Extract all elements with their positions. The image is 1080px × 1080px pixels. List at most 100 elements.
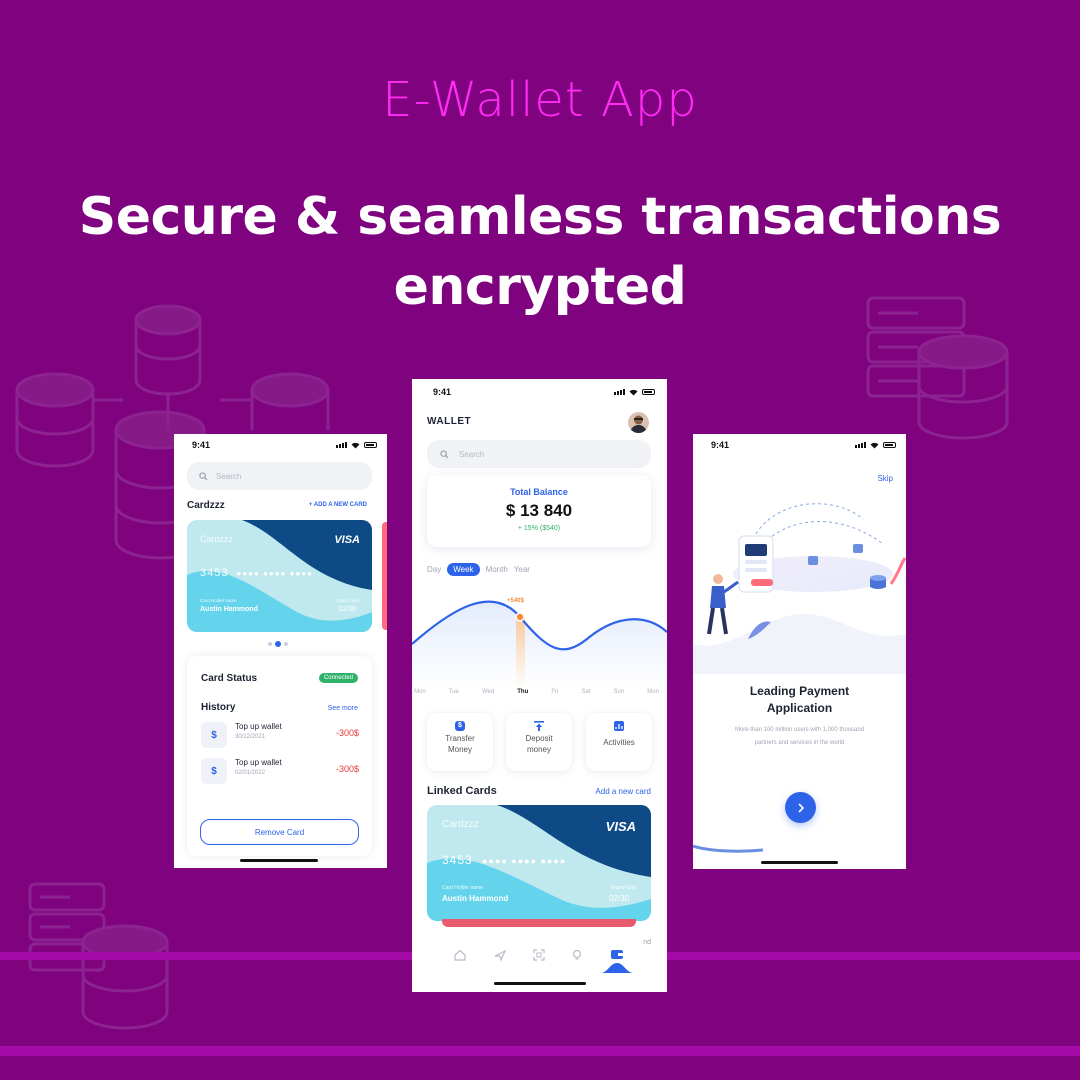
card-number-masked: ●●●● ●●●● ●●●● xyxy=(236,569,313,578)
linked-cards-title: Linked Cards xyxy=(427,785,497,797)
dollar-icon: $ xyxy=(455,721,465,731)
card-number-start: 3453 xyxy=(200,567,229,579)
card-brand-label: Cardzzz xyxy=(200,534,234,544)
card-holder-name: Austin Hammond xyxy=(442,894,509,903)
title-line: Application xyxy=(766,701,833,715)
weekday-label: Sat xyxy=(581,689,591,695)
right-phone-screen: 9:41 Skip Leading Payment Application Mo… xyxy=(693,434,906,869)
history-date: 30/12/2021 xyxy=(235,734,266,740)
weekday-label: Mon xyxy=(414,689,426,695)
next-button[interactable] xyxy=(785,792,816,823)
history-row[interactable]: $ Top up wallet 30/12/2021 -300$ xyxy=(201,720,359,750)
onboarding-title: Leading Payment Application xyxy=(693,683,906,717)
bulb-icon[interactable] xyxy=(571,949,583,961)
bottom-nav: nd xyxy=(412,939,667,975)
history-title-text: Top up wallet xyxy=(235,758,282,767)
balance-line-chart xyxy=(412,600,667,689)
desc-line: partners and services in the world xyxy=(754,740,845,746)
visa-logo: VISA xyxy=(605,819,636,834)
weekday-label: Mon xyxy=(647,689,659,695)
status-icons xyxy=(336,442,377,449)
database-icon xyxy=(917,334,1009,440)
header-title: WALLET xyxy=(427,416,472,427)
decor-stripe-bottom xyxy=(0,1046,1080,1056)
hero-title-line: encrypted xyxy=(393,257,687,317)
balance-label: Total Balance xyxy=(510,487,568,497)
battery-icon xyxy=(883,442,896,448)
search-input[interactable]: Search xyxy=(187,462,372,490)
card-holder-label: Card Holder name xyxy=(442,885,483,891)
home-indicator xyxy=(494,982,586,985)
skip-link[interactable]: Skip xyxy=(877,474,893,483)
search-input[interactable]: Search xyxy=(427,440,651,468)
card-number: 3453 ●●●● ●●●● ●●●● xyxy=(442,853,566,867)
center-phone-screen: 9:41 WALLET Search Total Balance $ 13 84… xyxy=(412,379,667,992)
database-icon xyxy=(81,924,169,1030)
status-time: 9:41 xyxy=(433,387,452,397)
carousel-dots xyxy=(268,641,288,647)
scan-icon[interactable] xyxy=(533,949,545,961)
signal-icon xyxy=(336,442,347,448)
tab-month[interactable]: Month xyxy=(486,565,508,574)
history-title-text: Top up wallet xyxy=(235,722,282,731)
card-number: 3453 ●●●● ●●●● ●●●● xyxy=(200,567,313,579)
balance-value: $ 13 840 xyxy=(505,501,573,520)
avatar[interactable] xyxy=(628,412,649,433)
weekday-label: Sun xyxy=(613,689,625,695)
search-placeholder: Search xyxy=(459,449,485,459)
tab-day[interactable]: Day xyxy=(427,565,441,574)
next-card-peek[interactable] xyxy=(442,919,636,927)
balance-change: + 15% ($540) xyxy=(517,525,561,532)
status-time: 9:41 xyxy=(192,440,211,450)
card-expiry: 02/30 xyxy=(608,894,629,903)
weekday-label-active: Thu xyxy=(517,689,529,695)
action-activities[interactable]: Activities xyxy=(586,713,652,771)
status-bar: 9:41 xyxy=(412,379,667,405)
card-status-title: Card Status xyxy=(201,673,258,684)
status-badge: Connected xyxy=(318,673,358,683)
wallet-icon[interactable] xyxy=(610,948,624,960)
search-icon xyxy=(199,471,208,481)
action-label: Transfer xyxy=(445,734,475,743)
card-number-start: 3453 xyxy=(442,853,473,867)
status-bar: 9:41 xyxy=(693,434,906,456)
home-indicator xyxy=(240,859,318,862)
credit-card[interactable]: Cardzzz VISA 3453 ●●●● ●●●● ●●●● Card Ho… xyxy=(187,520,372,632)
progress-swoosh xyxy=(693,844,764,853)
add-card-link[interactable]: Add a new card xyxy=(595,787,651,796)
weekday-label: Fri xyxy=(551,689,559,695)
status-time: 9:41 xyxy=(711,440,730,450)
title-line: Leading Payment xyxy=(749,684,850,698)
database-icon xyxy=(250,372,330,430)
card-brand-label: Cardzzz xyxy=(442,819,479,830)
linked-credit-card[interactable]: Cardzzz VISA 3453 ●●●● ●●●● ●●●● Card Ho… xyxy=(427,805,651,921)
payment-illustration xyxy=(693,503,906,674)
see-more-link[interactable]: See more xyxy=(328,705,358,712)
tab-year[interactable]: Year xyxy=(514,565,530,574)
action-label: Activities xyxy=(603,738,635,747)
action-label: Money xyxy=(447,745,472,754)
upload-icon xyxy=(534,721,544,731)
chart-tooltip: +540$ xyxy=(507,598,524,604)
next-card-peek[interactable] xyxy=(382,522,387,630)
card-expiry: 02/30 xyxy=(338,606,356,613)
battery-icon xyxy=(364,442,377,448)
card-number-masked: ●●●● ●●●● ●●●● xyxy=(482,856,567,866)
history-row[interactable]: $ Top up wallet 02/01/2022 -300$ xyxy=(201,756,359,786)
chart-icon xyxy=(614,721,624,731)
home-icon[interactable] xyxy=(454,949,466,961)
history-date: 02/01/2022 xyxy=(235,770,266,776)
chart-highlight-bar xyxy=(516,617,525,689)
add-card-link[interactable]: + ADD A NEW CARD xyxy=(309,502,367,508)
action-transfer-money[interactable]: $ Transfer Money xyxy=(427,713,493,771)
history-amount: -300$ xyxy=(335,728,359,738)
weekday-label: Tue xyxy=(448,689,459,695)
action-deposit-money[interactable]: Deposit money xyxy=(506,713,572,771)
plane-icon[interactable] xyxy=(494,949,506,961)
tab-week[interactable]: Week xyxy=(447,563,480,576)
card-expiry-label: Expiry date xyxy=(610,885,636,891)
section-title: Cardzzz xyxy=(187,500,225,511)
avatar-image xyxy=(630,415,647,433)
balance-card: Total Balance $ 13 840 + 15% ($540) xyxy=(427,475,651,547)
remove-card-button[interactable]: Remove Card xyxy=(200,819,359,845)
